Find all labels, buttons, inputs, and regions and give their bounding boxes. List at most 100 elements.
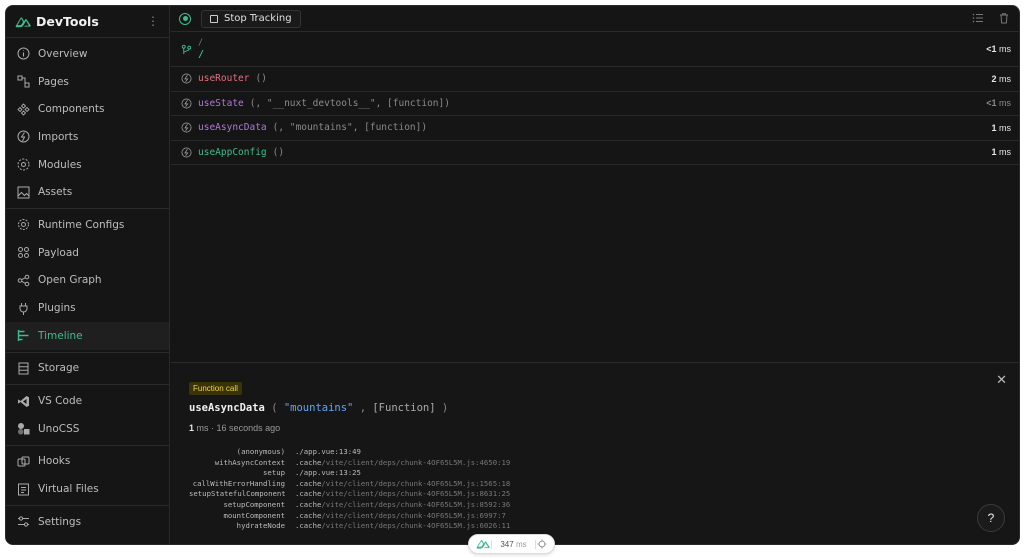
route-time: <1 ms xyxy=(986,44,1011,54)
timeline-toolbar: Stop Tracking xyxy=(171,6,1019,32)
sidebar-item-vs-code[interactable]: VS Code xyxy=(6,387,169,415)
event-fn-name: useAsyncData xyxy=(198,122,267,134)
stack-frame-path[interactable]: .cache/vite/client/deps/chunk-4OF65L5M.j… xyxy=(295,500,510,511)
modules-icon xyxy=(17,158,30,171)
stack-frame-path-rest: /vite/client/deps/chunk-4OF65L5M.js:4650… xyxy=(321,457,511,467)
route-time-value: <1 xyxy=(986,44,997,54)
sidebar-item-label: Payload xyxy=(38,246,79,259)
event-time: 2 ms xyxy=(991,74,1011,84)
stack-frame-path[interactable]: ./app.vue:13:49 xyxy=(295,447,361,458)
sidebar-group: Storage xyxy=(6,353,169,386)
stop-tracking-button[interactable]: Stop Tracking xyxy=(201,9,301,28)
render-time-unit: ms xyxy=(515,539,527,549)
stack-frame-path-main: .cache xyxy=(295,489,322,499)
stack-frame-path[interactable]: .cache/vite/client/deps/chunk-4OF65L5M.j… xyxy=(295,479,510,490)
sidebar-item-virtual-files[interactable]: Virtual Files xyxy=(6,475,169,503)
sidebar-item-label: Assets xyxy=(38,186,73,199)
sidebar-item-storage[interactable]: Storage xyxy=(6,355,169,383)
event-time-unit: ms xyxy=(999,147,1011,158)
sidebar-item-label: UnoCSS xyxy=(38,422,80,435)
timeline-event-row[interactable]: useRouter () 2 ms xyxy=(171,67,1019,92)
sidebar-item-hooks[interactable]: Hooks xyxy=(6,448,169,476)
more-options-icon[interactable]: ⋮ xyxy=(147,15,159,27)
sidebar-item-pages[interactable]: Pages xyxy=(6,68,169,96)
devtools-toggle-pill[interactable]: 347 ms xyxy=(468,534,555,554)
sidebar-item-label: Hooks xyxy=(38,455,71,468)
call-fn-name: useAsyncData xyxy=(189,402,265,414)
sidebar-item-modules[interactable]: Modules xyxy=(6,151,169,179)
stack-frame-path[interactable]: .cache/vite/client/deps/chunk-4OF65L5M.j… xyxy=(295,521,510,532)
help-button[interactable]: ? xyxy=(977,504,1005,532)
sidebar-item-payload[interactable]: Payload xyxy=(6,239,169,267)
event-time-unit: ms xyxy=(999,98,1011,109)
call-comma: , xyxy=(353,402,373,414)
event-fn-name: useAppConfig xyxy=(198,146,267,158)
event-args: (, "__nuxt_devtools__", [function]) xyxy=(249,97,450,109)
stack-frame-fn: setupStatefulComponent xyxy=(189,489,286,499)
stack-frame-path-rest: /vite/client/deps/chunk-4OF65L5M.js:8592… xyxy=(321,499,511,509)
call-open-paren: ( xyxy=(271,402,284,414)
list-view-icon[interactable] xyxy=(972,12,984,24)
route-from: / xyxy=(198,38,204,48)
storage-icon xyxy=(18,362,29,375)
stack-frame-path[interactable]: .cache/vite/client/deps/chunk-4OF65L5M.j… xyxy=(295,489,510,500)
info-icon xyxy=(17,47,30,60)
event-args: (, "mountains", [function]) xyxy=(272,122,428,134)
stack-frame: (anonymous) ./app.vue:13:49 xyxy=(189,447,510,458)
event-type-badge: Function call xyxy=(189,382,242,395)
close-icon[interactable]: ✕ xyxy=(996,373,1007,388)
sidebar-group: Hooks Virtual Files xyxy=(6,446,169,506)
stack-frame: setupComponent .cache/vite/client/deps/ch… xyxy=(189,500,510,511)
timeline-event-row[interactable]: useState (, "__nuxt_devtools__", [functio… xyxy=(171,92,1019,116)
event-time-value: 1 xyxy=(991,147,997,158)
sidebar-item-label: Imports xyxy=(38,130,79,143)
stop-tracking-label: Stop Tracking xyxy=(224,13,292,24)
event-time: 1 ms xyxy=(991,147,1011,157)
function-call-icon xyxy=(181,73,192,84)
event-details-panel: Function call ✕ useAsyncData ( "mountain… xyxy=(171,362,1019,544)
sidebar-item-label: Timeline xyxy=(38,329,83,342)
trash-icon[interactable] xyxy=(998,12,1010,24)
sidebar-item-overview[interactable]: Overview xyxy=(6,40,169,68)
sidebar-item-open-graph[interactable]: Open Graph xyxy=(6,267,169,295)
timeline-event-row[interactable]: useAsyncData (, "mountains", [function]) 1… xyxy=(171,116,1019,141)
sidebar-item-label: Open Graph xyxy=(38,274,102,287)
stack-frame: setupStatefulComponent .cache/vite/client… xyxy=(189,489,510,500)
sidebar-item-unocss[interactable]: UnoCSS xyxy=(6,415,169,443)
sidebar-item-plugins[interactable]: Plugins xyxy=(6,294,169,322)
share-icon xyxy=(17,274,30,287)
plug-icon xyxy=(19,302,28,315)
sidebar-item-assets[interactable]: Assets xyxy=(6,178,169,206)
sidebar-item-label: Runtime Configs xyxy=(38,218,125,231)
timeline-panel: Stop Tracking / / <1 ms useRouter () 2 m… xyxy=(171,6,1019,362)
sidebar-item-components[interactable]: Components xyxy=(6,95,169,123)
sidebar-item-label: VS Code xyxy=(38,395,83,408)
sidebar-item-label: Virtual Files xyxy=(38,483,99,496)
stack-frame-path[interactable]: .cache/vite/client/deps/chunk-4OF65L5M.j… xyxy=(295,458,510,469)
call-duration-unit: ms xyxy=(196,423,209,433)
stack-frame-path-main: ./app.vue:13:49 xyxy=(295,447,361,456)
event-time-value: 1 xyxy=(991,122,997,133)
settings-icon xyxy=(18,516,29,527)
stack-frame-path-main: ./app.vue:13:25 xyxy=(295,468,361,478)
sidebar-item-imports[interactable]: Imports xyxy=(6,123,169,151)
stack-frame-path[interactable]: ./app.vue:13:25 xyxy=(295,468,361,479)
stack-frame-fn: callWithErrorHandling xyxy=(192,478,285,488)
sidebar-item-runtime-configs[interactable]: Runtime Configs xyxy=(6,211,169,239)
sidebar-item-timeline[interactable]: Timeline xyxy=(6,321,169,350)
stack-frame-path[interactable]: .cache/vite/client/deps/chunk-4OF65L5M.j… xyxy=(295,511,506,522)
timeline-event-row[interactable]: useAppConfig () 1 ms xyxy=(171,141,1019,165)
sidebar-group: VS Code UnoCSS xyxy=(6,385,169,446)
sidebar-item-settings[interactable]: Settings xyxy=(6,508,169,536)
sidebar-nav: Overview Pages Components Imports Modules Ass… xyxy=(6,38,169,538)
sidebar-item-label: Plugins xyxy=(38,302,76,315)
call-arg-key: "mountains" xyxy=(283,402,354,414)
event-time-unit: ms xyxy=(999,122,1011,133)
pages-icon xyxy=(17,75,30,88)
file-icon xyxy=(18,483,29,496)
gear-icon xyxy=(18,219,29,231)
route-change-row[interactable]: / / <1 ms xyxy=(171,32,1019,67)
event-time-value: 2 xyxy=(991,73,997,84)
inspect-target-icon[interactable] xyxy=(537,539,547,549)
sidebar-item-label: Modules xyxy=(38,158,82,171)
